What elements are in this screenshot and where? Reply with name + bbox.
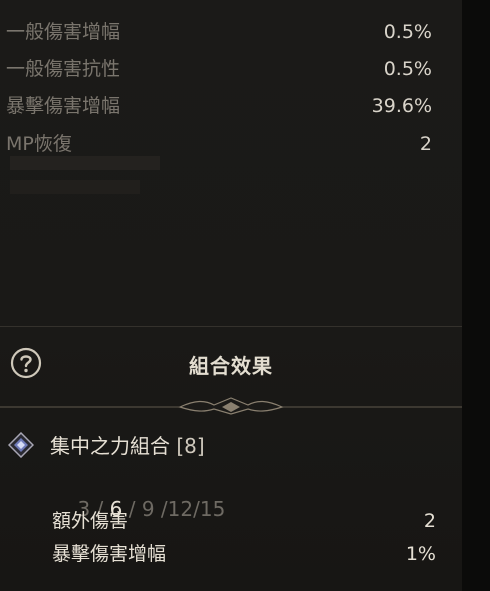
stat-label: 暴擊傷害增幅	[6, 95, 121, 117]
ornament-divider	[0, 397, 462, 415]
stat-row-crit-damage-amp: 暴擊傷害增幅 39.6%	[6, 90, 432, 122]
stat-value: 0.5%	[383, 21, 432, 43]
stat-value: 39.6%	[371, 95, 432, 117]
bonus-row-extra-damage: 額外傷害 2	[52, 506, 436, 536]
stat-label: 一般傷害抗性	[6, 58, 121, 80]
bonus-value: 2	[423, 510, 436, 532]
set-name-text: 集中之力組合	[50, 434, 170, 458]
window-edge	[462, 0, 490, 591]
bonus-row-crit-damage-amp: 暴擊傷害增幅 1%	[52, 539, 436, 569]
stat-value: 2	[419, 133, 432, 155]
background-ghost-text	[10, 156, 160, 194]
stat-value: 0.5%	[383, 58, 432, 80]
stat-row-normal-damage-amp: 一般傷害增幅 0.5%	[6, 16, 432, 48]
set-name: 集中之力組合 [8]	[50, 430, 205, 459]
bonus-label: 額外傷害	[52, 510, 129, 532]
stat-row-normal-damage-resist: 一般傷害抗性 0.5%	[6, 53, 432, 85]
stat-label: 一般傷害增幅	[6, 21, 121, 43]
section-title: 組合效果	[189, 354, 273, 378]
section-divider	[0, 326, 462, 327]
tooltip-panel: 一般傷害增幅 0.5% 一般傷害抗性 0.5% 暴擊傷害增幅 39.6% MP恢…	[0, 0, 462, 591]
set-count: [8]	[176, 434, 205, 458]
bonus-value: 1%	[405, 543, 436, 565]
bonus-label: 暴擊傷害增幅	[52, 543, 167, 565]
diamond-gem-icon	[7, 431, 35, 459]
